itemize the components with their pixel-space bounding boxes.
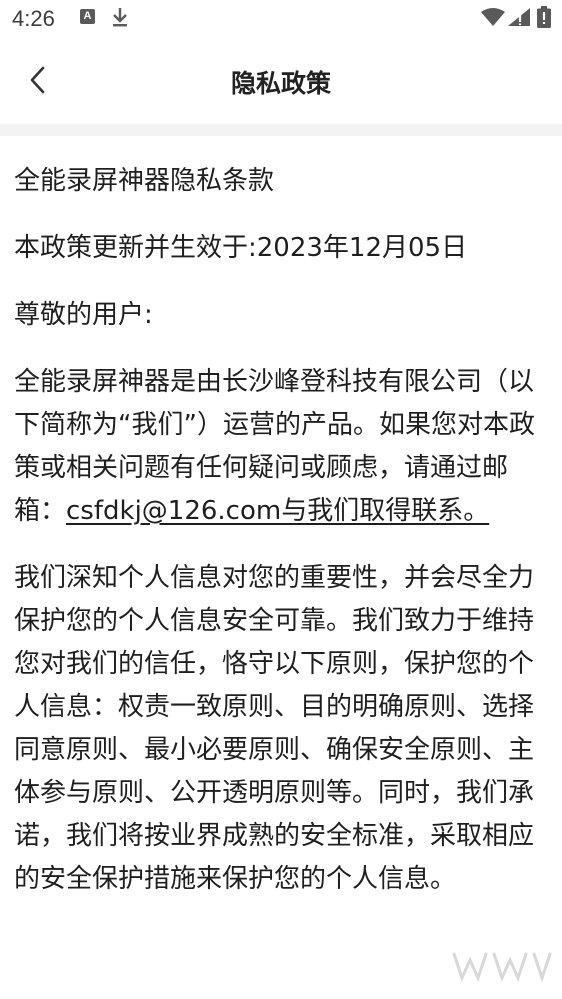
download-icon bbox=[113, 8, 127, 27]
status-time: 4:26 bbox=[12, 6, 55, 31]
navigation-bar: 隐私政策 bbox=[0, 40, 562, 124]
battery-icon bbox=[537, 6, 551, 28]
contact-email-link[interactable]: csfdkj@126.com与我们取得联系。 bbox=[66, 496, 489, 526]
wifi-icon bbox=[481, 8, 505, 26]
principles-paragraph: 我们深知个人信息对您的重要性，并会尽全力保护您的个人信息安全可靠。我们致力于维持… bbox=[14, 563, 535, 894]
watermark-logo bbox=[452, 952, 552, 983]
signal-icon bbox=[508, 8, 530, 26]
page-title: 隐私政策 bbox=[230, 69, 331, 98]
intro-paragraph: 全能录屏神器是由长沙峰登科技有限公司（以下简称为“我们”）运营的产品。如果您对本… bbox=[14, 361, 550, 533]
greeting: 尊敬的用户: bbox=[14, 300, 153, 330]
effective-date: 本政策更新并生效于:2023年12月05日 bbox=[14, 233, 468, 263]
status-bar: 4:26 A bbox=[0, 0, 562, 40]
a-notification-icon: A bbox=[80, 9, 95, 24]
policy-content: 全能录屏神器隐私条款 本政策更新并生效于:2023年12月05日 尊敬的用户: … bbox=[14, 160, 550, 925]
header-divider bbox=[0, 124, 562, 136]
policy-heading: 全能录屏神器隐私条款 bbox=[14, 166, 275, 196]
